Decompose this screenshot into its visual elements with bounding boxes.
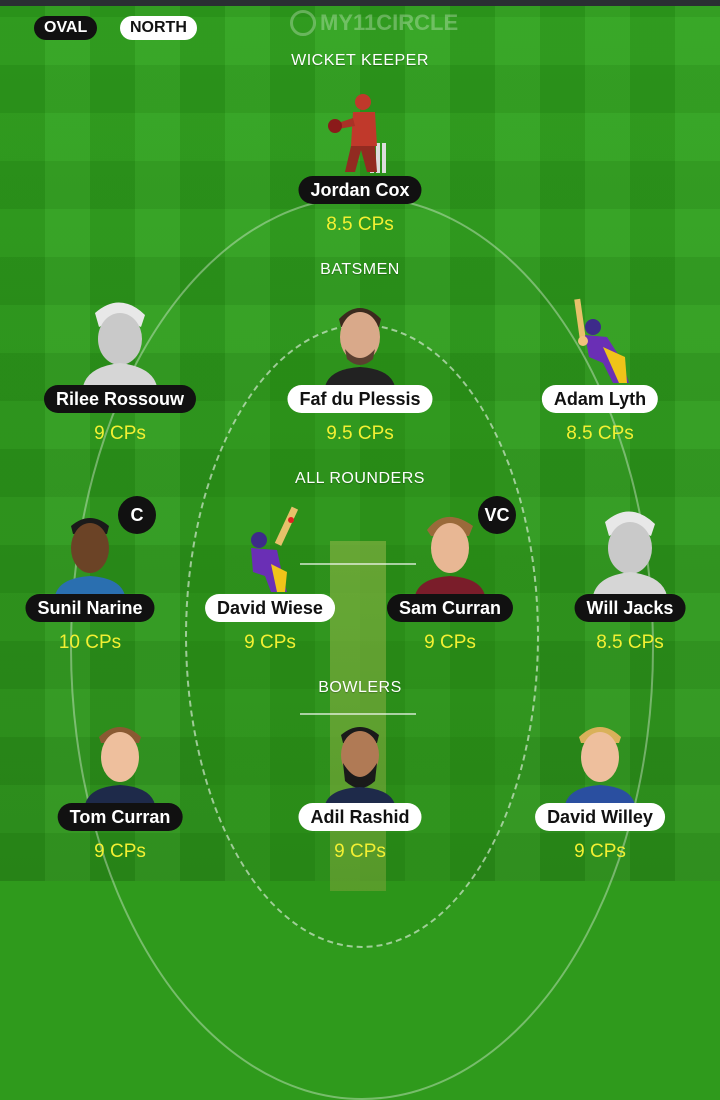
player-credits: 8.5 CPs bbox=[326, 214, 394, 235]
section-title-all-rounders: ALL ROUNDERS bbox=[295, 470, 425, 487]
batsman-icon bbox=[225, 506, 315, 596]
player-card-bat3[interactable]: Adam Lyth 8.5 CPs bbox=[510, 297, 690, 447]
player-credits: 8.5 CPs bbox=[596, 632, 664, 653]
player-name: Jordan Cox bbox=[298, 176, 422, 204]
section-title-bowlers: BOWLERS bbox=[318, 679, 402, 696]
player-credits: 9 CPs bbox=[334, 841, 386, 862]
player-credits: 8.5 CPs bbox=[566, 423, 634, 444]
player-name: Adam Lyth bbox=[541, 385, 659, 413]
player-name: Sam Curran bbox=[386, 594, 514, 622]
batsman-icon bbox=[555, 297, 645, 387]
player-photo-icon bbox=[555, 715, 645, 805]
player-name: Faf du Plessis bbox=[287, 385, 433, 413]
logo-ring-icon bbox=[290, 10, 316, 36]
player-card-ar2[interactable]: David Wiese 9 CPs bbox=[180, 506, 360, 656]
captain-badge: C bbox=[118, 496, 156, 534]
player-credits: 9 CPs bbox=[94, 423, 146, 444]
player-credits: 9 CPs bbox=[244, 632, 296, 653]
player-card-ar3[interactable]: Sam Curran 9 CPs bbox=[360, 506, 540, 656]
player-photo-icon bbox=[315, 297, 405, 387]
home-team-tag: OVAL bbox=[34, 16, 98, 40]
player-card-ar1[interactable]: Sunil Narine 10 CPs bbox=[0, 506, 180, 656]
player-card-ar4[interactable]: Will Jacks 8.5 CPs bbox=[540, 506, 720, 656]
brand-logo: MY11CIRCLE bbox=[290, 10, 458, 36]
player-card-bat1[interactable]: Rilee Rossouw 9 CPs bbox=[30, 297, 210, 447]
default-avatar-icon bbox=[585, 506, 675, 596]
logo-text: MY11CIRCLE bbox=[320, 10, 459, 35]
player-name: Tom Curran bbox=[57, 803, 183, 831]
default-avatar-icon bbox=[75, 297, 165, 387]
player-name: David Willey bbox=[535, 803, 665, 831]
player-photo-icon bbox=[315, 715, 405, 805]
player-card-bowl1[interactable]: Tom Curran 9 CPs bbox=[30, 715, 210, 865]
section-title-wicket-keeper: WICKET KEEPER bbox=[291, 52, 429, 69]
player-name: Rilee Rossouw bbox=[43, 385, 197, 413]
player-card-bowl2[interactable]: Adil Rashid 9 CPs bbox=[270, 715, 450, 865]
vice-captain-badge: VC bbox=[478, 496, 516, 534]
player-name: David Wiese bbox=[205, 594, 335, 622]
away-team-tag: NORTH bbox=[120, 16, 197, 40]
player-card-wk1[interactable]: Jordan Cox 8.5 CPs bbox=[270, 88, 450, 238]
player-name: Will Jacks bbox=[574, 594, 686, 622]
player-photo-icon bbox=[75, 715, 165, 805]
player-name: Sunil Narine bbox=[25, 594, 155, 622]
player-credits: 9 CPs bbox=[424, 632, 476, 653]
player-name: Adil Rashid bbox=[298, 803, 422, 831]
player-credits: 9 CPs bbox=[574, 841, 626, 862]
player-credits: 9.5 CPs bbox=[326, 423, 394, 444]
player-card-bat2[interactable]: Faf du Plessis 9.5 CPs bbox=[270, 297, 450, 447]
player-credits: 9 CPs bbox=[94, 841, 146, 862]
section-title-batsmen: BATSMEN bbox=[320, 261, 400, 278]
player-credits: 10 CPs bbox=[58, 632, 122, 653]
player-card-bowl3[interactable]: David Willey 9 CPs bbox=[510, 715, 690, 865]
wicket-keeper-icon bbox=[315, 88, 405, 178]
